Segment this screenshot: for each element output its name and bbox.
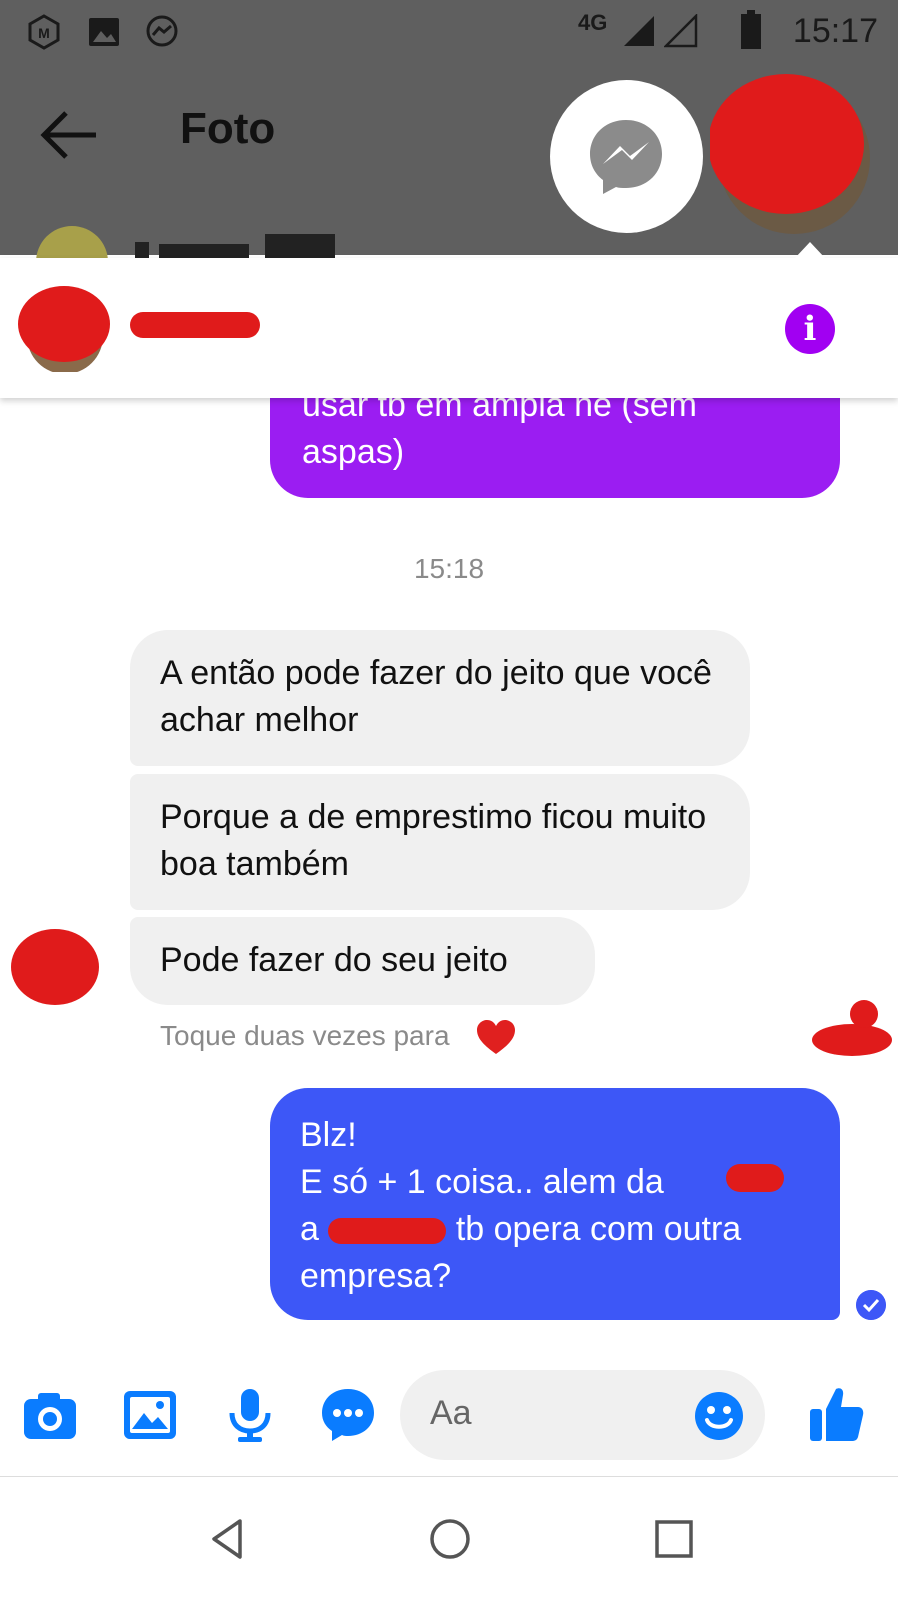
message-line: a tb opera com outra bbox=[300, 1206, 810, 1253]
redaction-mark bbox=[130, 312, 260, 338]
message-line: Blz! bbox=[300, 1116, 357, 1154]
messenger-chathead[interactable] bbox=[550, 80, 703, 233]
more-options-icon[interactable] bbox=[318, 1385, 378, 1445]
redaction-mark bbox=[328, 1218, 447, 1245]
clock: 15:17 bbox=[792, 12, 878, 50]
microphone-icon[interactable] bbox=[220, 1385, 280, 1445]
network-type: 4G bbox=[578, 10, 608, 35]
signal-icon bbox=[624, 16, 654, 46]
reaction-hint: Toque duas vezes para bbox=[160, 1020, 450, 1051]
gallery-icon bbox=[89, 18, 119, 46]
contact-chathead-avatar[interactable] bbox=[710, 74, 878, 234]
redaction-mark bbox=[812, 1000, 892, 1056]
svg-text:M: M bbox=[38, 25, 50, 41]
message-bubble-incoming[interactable]: A então pode fazer do jeito que você ach… bbox=[130, 630, 750, 766]
message-timestamp: 15:18 bbox=[413, 553, 485, 584]
message-text: Porque a de emprestimo ficou muito boa t… bbox=[160, 798, 707, 883]
nav-recents-icon[interactable] bbox=[652, 1517, 696, 1561]
message-fragment: a bbox=[300, 1210, 319, 1248]
page-title: Foto bbox=[180, 104, 276, 153]
seen-check-icon bbox=[856, 1290, 886, 1320]
message-text: Pode fazer do seu jeito bbox=[160, 941, 508, 979]
status-bar: M 4G 15:17 bbox=[0, 0, 898, 64]
background-text bbox=[135, 234, 335, 258]
thumbs-up-icon[interactable] bbox=[808, 1385, 864, 1443]
panel-pointer bbox=[795, 242, 825, 258]
emoji-icon[interactable] bbox=[694, 1391, 744, 1441]
info-button[interactable]: i bbox=[785, 304, 835, 354]
message-bubble-outgoing[interactable]: Blz! E só + 1 coisa.. alem da a tb opera… bbox=[270, 1088, 840, 1320]
battery-icon bbox=[741, 10, 761, 49]
contact-avatar[interactable] bbox=[18, 286, 112, 372]
message-text: A então pode fazer do jeito que você ach… bbox=[160, 654, 712, 739]
nav-back-icon[interactable] bbox=[206, 1517, 250, 1561]
message-input-placeholder: Aa bbox=[430, 1394, 472, 1432]
heart-icon[interactable] bbox=[475, 1018, 517, 1056]
sender-avatar bbox=[11, 929, 99, 1005]
message-line: empresa? bbox=[300, 1257, 452, 1295]
gallery-icon[interactable] bbox=[120, 1385, 180, 1445]
conversation-header: A…o bbox=[0, 258, 898, 398]
back-arrow-icon[interactable] bbox=[40, 105, 100, 165]
message-bubble-incoming[interactable]: Pode fazer do seu jeito bbox=[130, 917, 595, 1005]
m-app-icon: M bbox=[28, 14, 60, 50]
nav-home-icon[interactable] bbox=[428, 1517, 472, 1561]
message-bubble-incoming[interactable]: Porque a de emprestimo ficou muito boa t… bbox=[130, 774, 750, 910]
signal-empty-icon bbox=[664, 14, 698, 48]
message-fragment: tb opera com outra bbox=[455, 1210, 742, 1248]
messenger-notification-icon bbox=[146, 15, 178, 47]
camera-icon[interactable] bbox=[20, 1385, 80, 1445]
redaction-mark bbox=[726, 1164, 784, 1192]
messenger-logo-icon bbox=[590, 120, 662, 194]
